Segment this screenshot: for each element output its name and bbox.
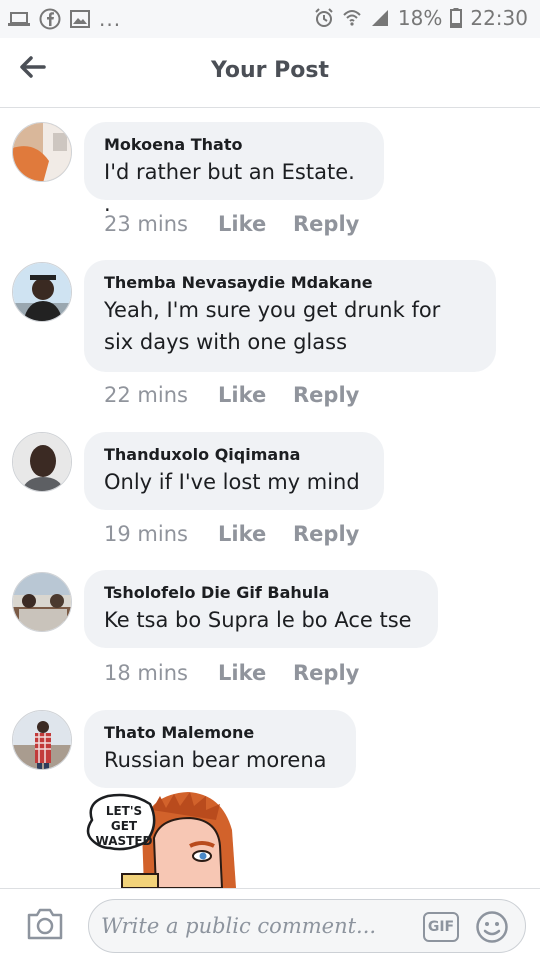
gif-button[interactable]: GIF — [423, 912, 459, 942]
status-bar-left: ... — [8, 8, 121, 30]
avatar[interactable] — [12, 572, 72, 632]
comment-author[interactable]: Themba Nevasaydie Mdakane — [104, 272, 476, 294]
comment-author[interactable]: Mokoena Thato — [104, 134, 364, 156]
reply-button[interactable]: Reply — [293, 212, 359, 236]
comment-text: Ke tsa bo Supra le bo Ace tse — [104, 608, 412, 632]
comment-input-placeholder: Write a public comment... — [101, 914, 377, 938]
comment-time: 23 mins — [104, 212, 188, 236]
facebook-notification-icon — [39, 8, 61, 30]
like-button[interactable]: Like — [218, 212, 293, 236]
comment-author[interactable]: Thato Malemone — [104, 722, 336, 744]
wifi-icon — [343, 10, 361, 26]
camera-button[interactable] — [26, 907, 64, 943]
comment-actions: 23 mins Like Reply — [104, 212, 359, 236]
status-bar: ... 18% 22:30 — [0, 0, 540, 38]
more-notifications-indicator: ... — [99, 7, 122, 31]
page-title: Your Post — [210, 58, 330, 83]
clock: 22:30 — [470, 6, 528, 30]
emoji-button[interactable] — [475, 910, 509, 944]
like-button[interactable]: Like — [218, 522, 293, 546]
comment-text: Yeah, I'm sure you get drunk for six day… — [104, 298, 441, 354]
comment-actions: 22 mins Like Reply — [104, 383, 359, 407]
gallery-notification-icon — [70, 10, 90, 28]
avatar[interactable] — [12, 262, 72, 322]
comment-actions: 19 mins Like Reply — [104, 522, 359, 546]
comment-time: 19 mins — [104, 522, 188, 546]
avatar[interactable] — [12, 122, 72, 182]
sticker-caption: LET'S GET WASTED — [95, 804, 153, 848]
comment-bubble[interactable]: Mokoena Thato I'd rather but an Estate. … — [84, 122, 384, 216]
comment-text: I'd rather but an Estate. . — [104, 160, 355, 216]
reply-button[interactable]: Reply — [293, 661, 359, 685]
like-button[interactable]: Like — [218, 383, 293, 407]
laptop-notification-icon — [8, 12, 30, 26]
comment-bubble[interactable]: Themba Nevasaydie Mdakane Yeah, I'm sure… — [84, 260, 496, 372]
comment-sticker[interactable]: LET'S GET WASTED — [82, 790, 242, 888]
comment-bubble[interactable]: Tsholofelo Die Gif Bahula Ke tsa bo Supr… — [84, 570, 438, 648]
status-bar-right: 18% 22:30 — [314, 6, 528, 30]
comment-text: Russian bear morena — [104, 748, 327, 772]
battery-icon — [450, 8, 463, 28]
signal-icon — [371, 10, 388, 26]
reply-button[interactable]: Reply — [293, 383, 359, 407]
alarm-icon — [315, 8, 333, 27]
comment-input[interactable]: Write a public comment... GIF — [88, 899, 526, 953]
comment-time: 22 mins — [104, 383, 188, 407]
comment-bubble[interactable]: Thanduxolo Qiqimana Only if I've lost my… — [84, 432, 384, 510]
avatar[interactable] — [12, 432, 72, 492]
battery-percent: 18% — [397, 6, 443, 30]
reply-button[interactable]: Reply — [293, 522, 359, 546]
comment-author[interactable]: Tsholofelo Die Gif Bahula — [104, 582, 418, 604]
comment-author[interactable]: Thanduxolo Qiqimana — [104, 444, 364, 466]
comment-text: Only if I've lost my mind — [104, 470, 360, 494]
app-header: Your Post — [0, 38, 540, 108]
avatar[interactable] — [12, 710, 72, 770]
comment-bubble[interactable]: Thato Malemone Russian bear morena — [84, 710, 356, 788]
comment-actions: 18 mins Like Reply — [104, 661, 359, 685]
comment-composer: Write a public comment... GIF — [0, 888, 540, 960]
smiley-icon — [476, 911, 508, 943]
like-button[interactable]: Like — [218, 661, 293, 685]
comment-time: 18 mins — [104, 661, 188, 685]
camera-icon — [27, 908, 63, 940]
